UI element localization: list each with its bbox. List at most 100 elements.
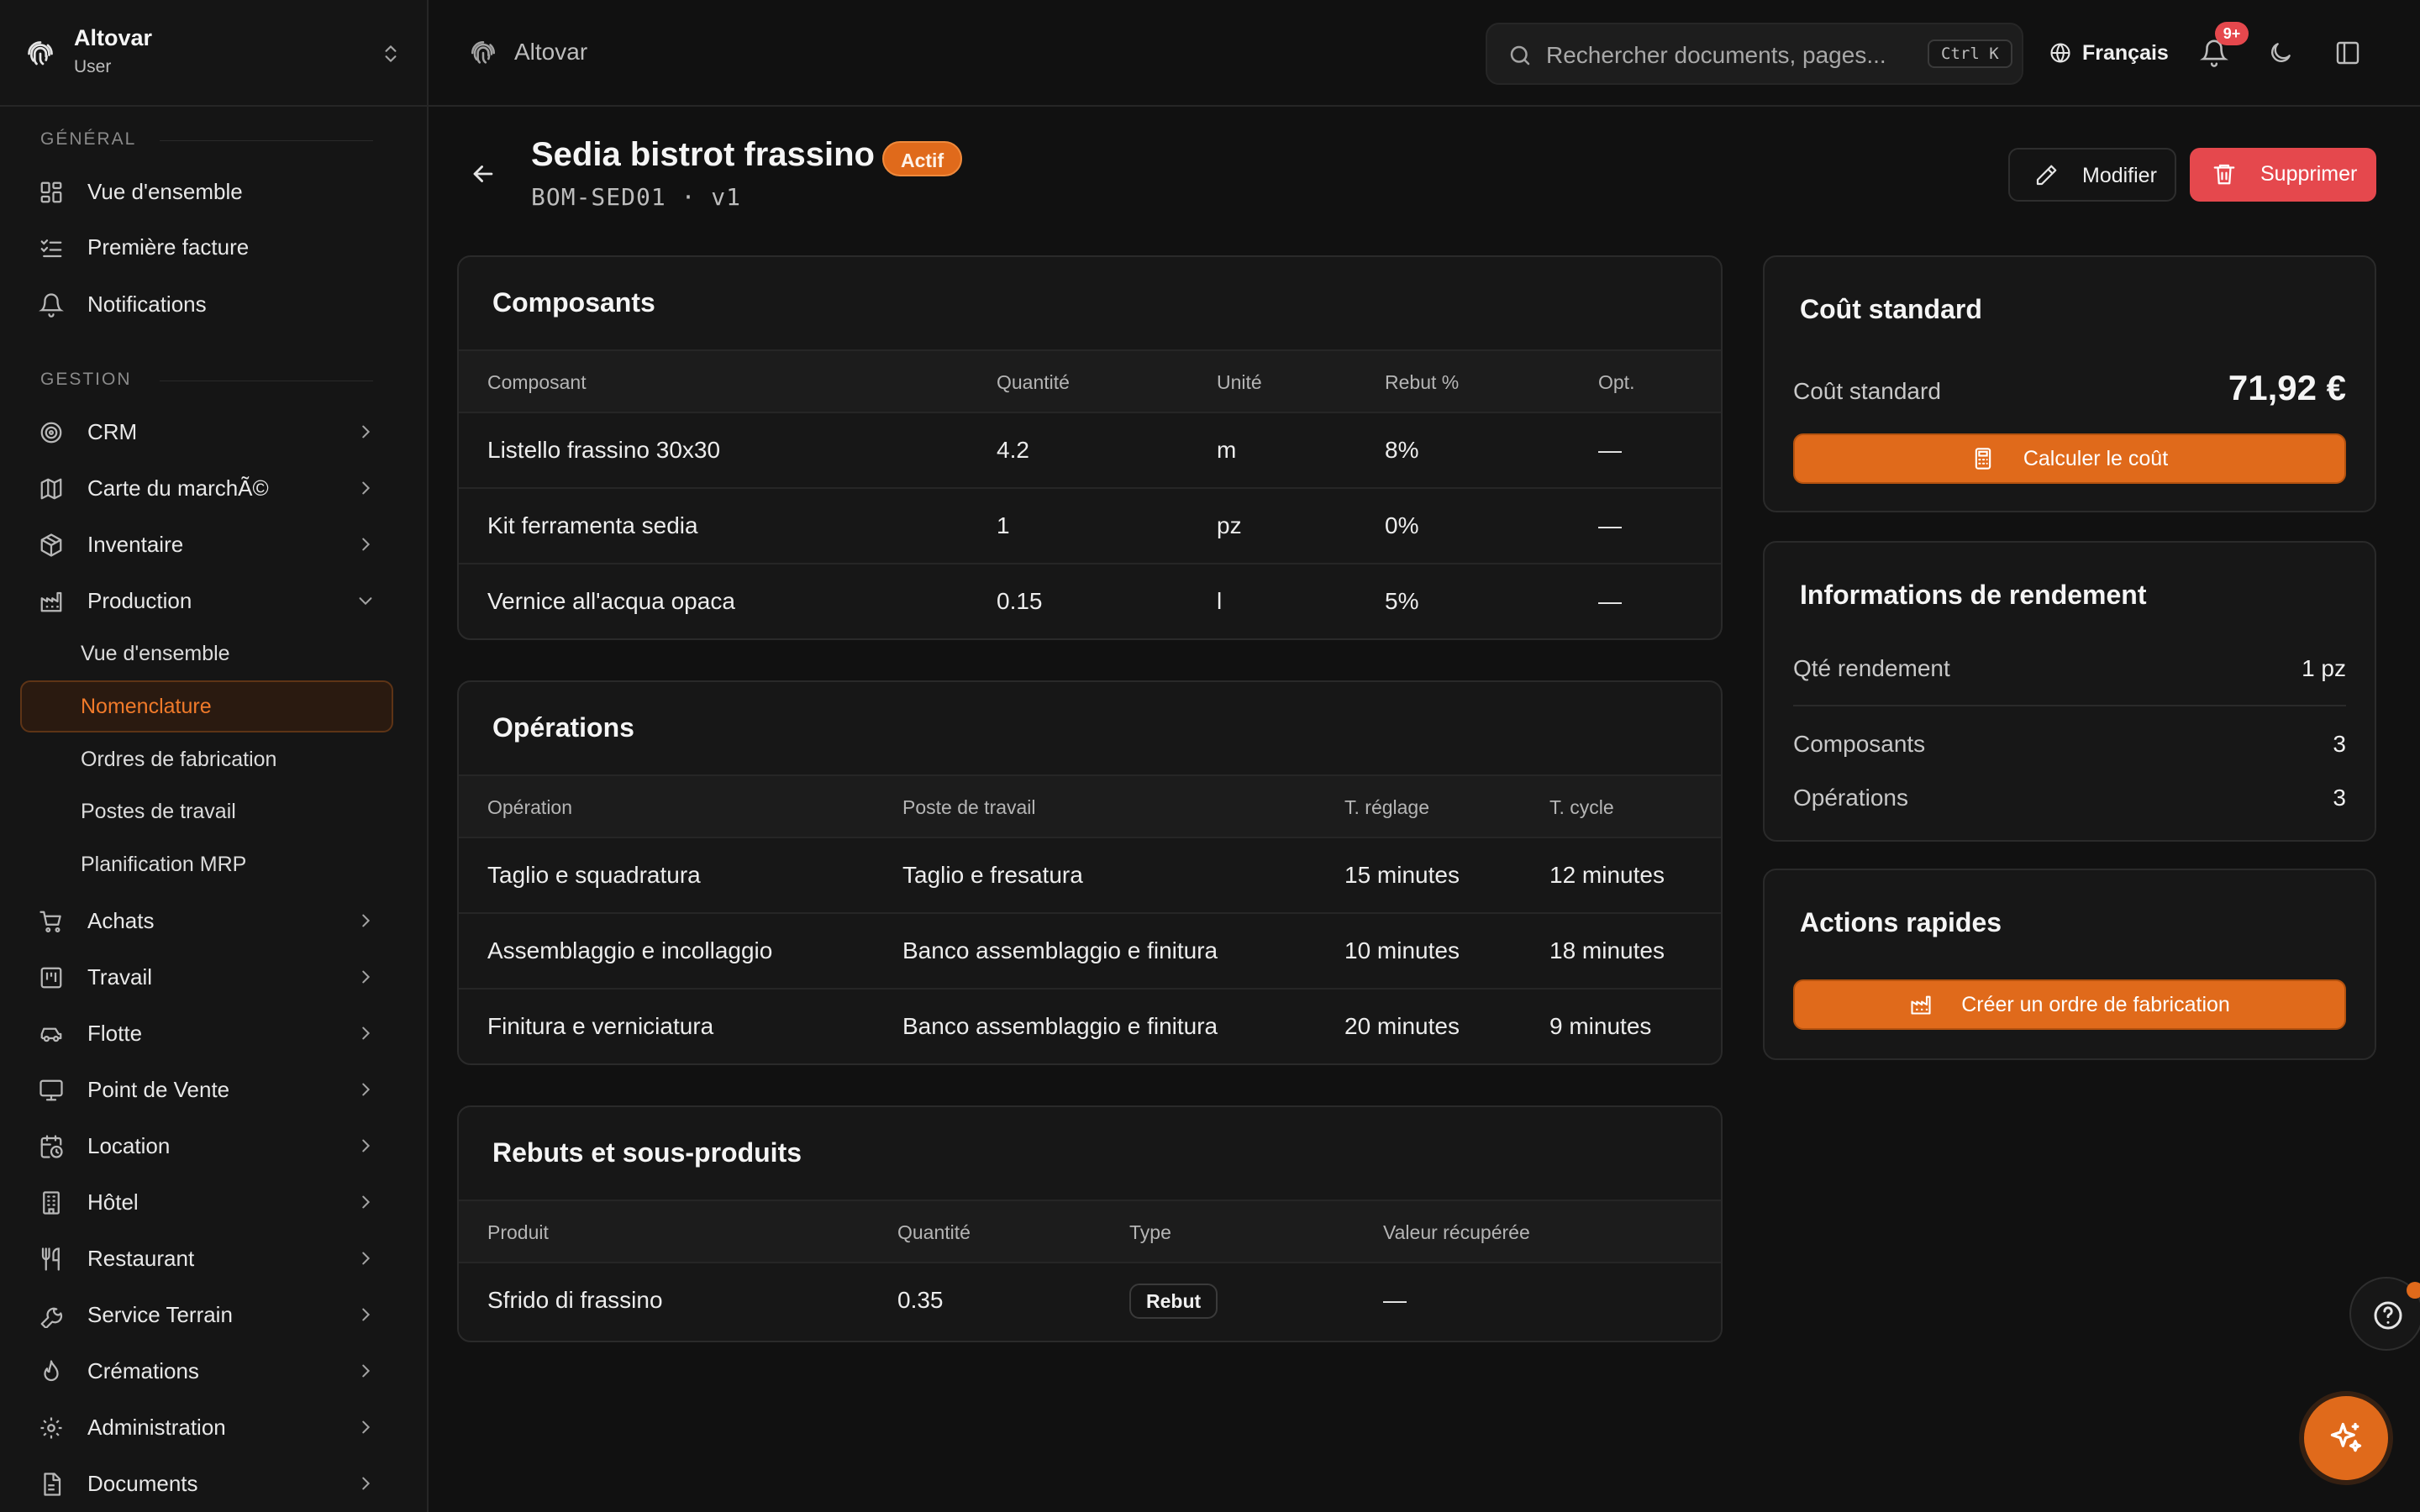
sparkles-icon [2328, 1420, 2365, 1457]
sidebar-item-restaurant[interactable]: Restaurant [20, 1234, 393, 1283]
cell: 9 minutes [1549, 1013, 1652, 1039]
sidebar-subitem-label: Vue d'ensemble [81, 642, 230, 665]
help-circle-icon [2371, 1299, 2405, 1332]
workspace-name: Altovar [74, 25, 153, 50]
gear-icon [39, 1415, 64, 1441]
table-row[interactable]: Assemblaggio e incollaggio Banco assembl… [459, 914, 1721, 990]
column-header: Opt. [1598, 371, 1635, 393]
sidebar-subitem-label: Ordres de fabrication [81, 748, 277, 771]
create-manufacturing-order-button[interactable]: Créer un ordre de fabrication [1793, 979, 2346, 1030]
factory-icon [39, 589, 64, 614]
sidebar-item-field-service[interactable]: Service Terrain [20, 1290, 393, 1339]
table-row[interactable]: Kit ferramenta sedia 1 pz 0% — [459, 489, 1721, 564]
cell: 8% [1385, 437, 1419, 463]
chevron-right-icon [356, 1362, 375, 1380]
standard-cost-value: 71,92 € [2228, 368, 2346, 407]
sidebar-item-inventory[interactable]: Inventaire [20, 520, 393, 569]
cell: 0.35 [897, 1287, 944, 1313]
search-placeholder: Rechercher documents, pages... [1546, 42, 1886, 68]
delete-label: Supprimer [2260, 162, 2358, 186]
column-header: T. cycle [1549, 796, 1614, 818]
sidebar-subitem-production-overview[interactable]: Vue d'ensemble [20, 627, 393, 680]
edit-button[interactable]: Modifier [2008, 148, 2176, 202]
yield-info-card: Informations de rendement Qté rendement … [1763, 541, 2376, 842]
chevron-right-icon [356, 1080, 375, 1099]
kanban-icon [39, 965, 64, 990]
standard-cost-label: Coût standard [1793, 378, 1941, 404]
chevron-right-icon [356, 1418, 375, 1436]
dashboard-icon [39, 180, 64, 205]
search-input[interactable]: Rechercher documents, pages... Ctrl K [1486, 23, 2023, 85]
table-row[interactable]: Vernice all'acqua opaca 0.15 l 5% — [459, 564, 1721, 638]
sidebar-item-rental[interactable]: Location [20, 1121, 393, 1170]
sidebar-item-point-of-sale[interactable]: Point de Vente [20, 1065, 393, 1114]
sidebar-item-market-map[interactable]: Carte du marchÃ© [20, 464, 393, 512]
table-row[interactable]: Taglio e squadratura Taglio e fresatura … [459, 838, 1721, 914]
sidebar-subitem-mrp[interactable]: Planification MRP [20, 838, 393, 890]
column-header: Produit [487, 1221, 549, 1243]
language-selector[interactable]: Français [2049, 39, 2169, 67]
table-header: Composant Quantité Unité Rebut % Opt. [459, 349, 1721, 413]
cell: 1 [997, 512, 1010, 538]
calculate-cost-button[interactable]: Calculer le coût [1793, 433, 2346, 484]
sidebar-item-work[interactable]: Travail [20, 953, 393, 1001]
cell: Assemblaggio e incollaggio [487, 937, 773, 963]
card-title: Coût standard [1800, 294, 1982, 324]
workspace-switcher[interactable]: Altovar User [0, 0, 427, 107]
operations-count-label: Opérations [1793, 785, 1908, 811]
table-row[interactable]: Listello frassino 30x30 4.2 m 8% — [459, 413, 1721, 489]
flame-icon [39, 1359, 64, 1384]
card-title: Actions rapides [1800, 907, 2002, 937]
back-arrow-icon[interactable] [469, 160, 497, 188]
sidebar-item-label: Notifications [87, 291, 207, 317]
sidebar-item-purchases[interactable]: Achats [20, 896, 393, 945]
delete-button[interactable]: Supprimer [2190, 148, 2376, 202]
sidebar-item-administration[interactable]: Administration [20, 1403, 393, 1452]
sidebar-item-overview[interactable]: Vue d'ensemble [20, 167, 393, 216]
chevron-down-icon [356, 591, 375, 610]
edit-label: Modifier [2082, 164, 2157, 187]
table-header: Produit Quantité Type Valeur récupérée [459, 1200, 1721, 1263]
sidebar: Altovar User GÉNÉRAL Vue d'ensemble Prem… [0, 0, 429, 1512]
sidebar-item-crm[interactable]: CRM [20, 407, 393, 456]
cell: 10 minutes [1344, 937, 1460, 963]
breadcrumb[interactable]: Altovar [514, 39, 587, 66]
chevron-right-icon [356, 1249, 375, 1268]
sidebar-toggle-icon[interactable] [2334, 39, 2361, 66]
table-row[interactable]: Finitura e verniciatura Banco assemblagg… [459, 990, 1721, 1063]
sidebar-item-hotel[interactable]: Hôtel [20, 1178, 393, 1226]
column-header: Type [1129, 1221, 1171, 1243]
sidebar-item-notifications[interactable]: Notifications [20, 280, 393, 328]
sidebar-item-fleet[interactable]: Flotte [20, 1009, 393, 1058]
sidebar-item-label: Administration [87, 1414, 226, 1440]
cell: pz [1217, 512, 1242, 538]
sidebar-item-label: Production [87, 587, 192, 613]
sidebar-subitem-workstations[interactable]: Postes de travail [20, 785, 393, 837]
chevron-right-icon [356, 479, 375, 497]
theme-toggle-moon-icon[interactable] [2267, 39, 2294, 66]
calculate-cost-label: Calculer le coût [2023, 446, 2169, 470]
sidebar-item-production[interactable]: Production [20, 576, 393, 625]
sidebar-item-first-invoice[interactable]: Première facture [20, 223, 393, 271]
page-title: Sedia bistrot frassino [531, 136, 875, 173]
ai-assistant-button[interactable] [2304, 1396, 2388, 1480]
fingerprint-logo-icon [25, 39, 55, 69]
bell-icon [39, 292, 64, 318]
table-row[interactable]: Sfrido di frassino 0.35 Rebut — [459, 1263, 1721, 1339]
cell: — [1598, 437, 1622, 463]
table-header: Opération Poste de travail T. réglage T.… [459, 774, 1721, 838]
standard-cost-card: Coût standard Coût standard 71,92 € Calc… [1763, 255, 2376, 512]
components-card: Composants Composant Quantité Unité Rebu… [457, 255, 1723, 640]
cell: Banco assemblaggio e finitura [902, 1013, 1218, 1039]
sidebar-subitem-bom[interactable]: Nomenclature [20, 680, 393, 732]
sidebar-subitem-manufacturing-orders[interactable]: Ordres de fabrication [20, 733, 393, 785]
card-title: Composants [492, 287, 655, 318]
sidebar-item-cremations[interactable]: Crémations [20, 1347, 393, 1395]
trash-icon [2212, 161, 2237, 186]
utensils-icon [39, 1247, 64, 1272]
sidebar-item-label: Hôtel [87, 1189, 139, 1215]
sidebar-item-documents[interactable]: Documents [20, 1459, 393, 1508]
help-button[interactable] [2349, 1277, 2420, 1351]
components-count-value: 3 [2333, 731, 2346, 757]
sidebar-item-label: Restaurant [87, 1245, 195, 1271]
